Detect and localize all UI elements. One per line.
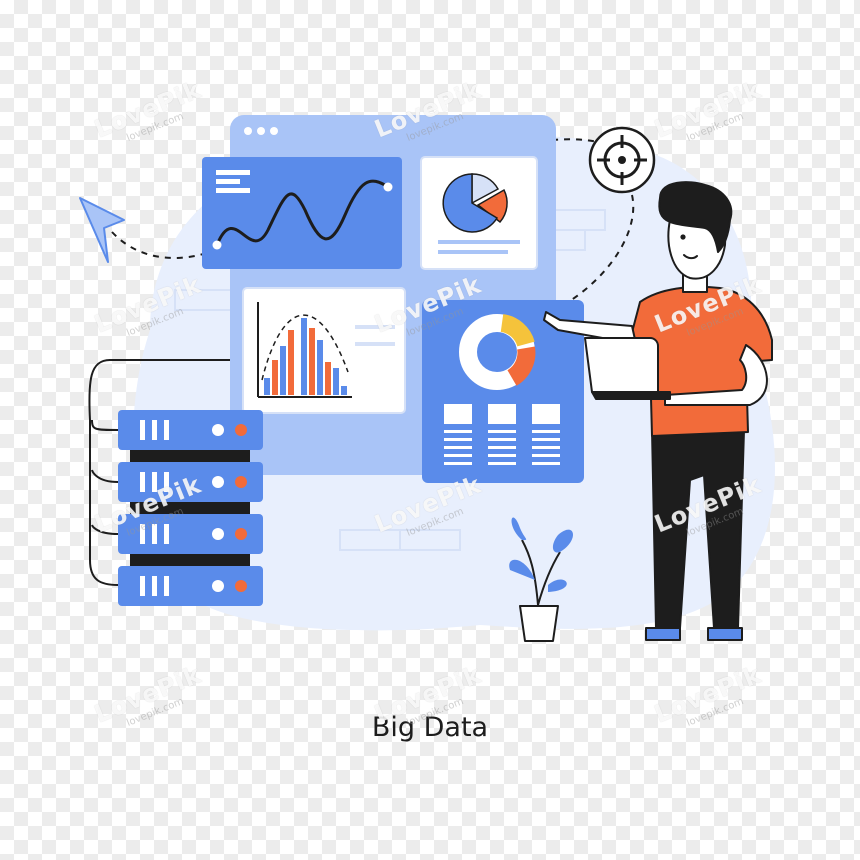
line-chart-card [202, 157, 402, 269]
server-stack-icon [118, 410, 263, 606]
pie-chart-card [420, 156, 538, 270]
cursor-arrow-icon [79, 197, 125, 263]
target-icon [588, 126, 656, 194]
caption: Big Data [371, 712, 489, 743]
bar-chart-card [242, 287, 406, 414]
